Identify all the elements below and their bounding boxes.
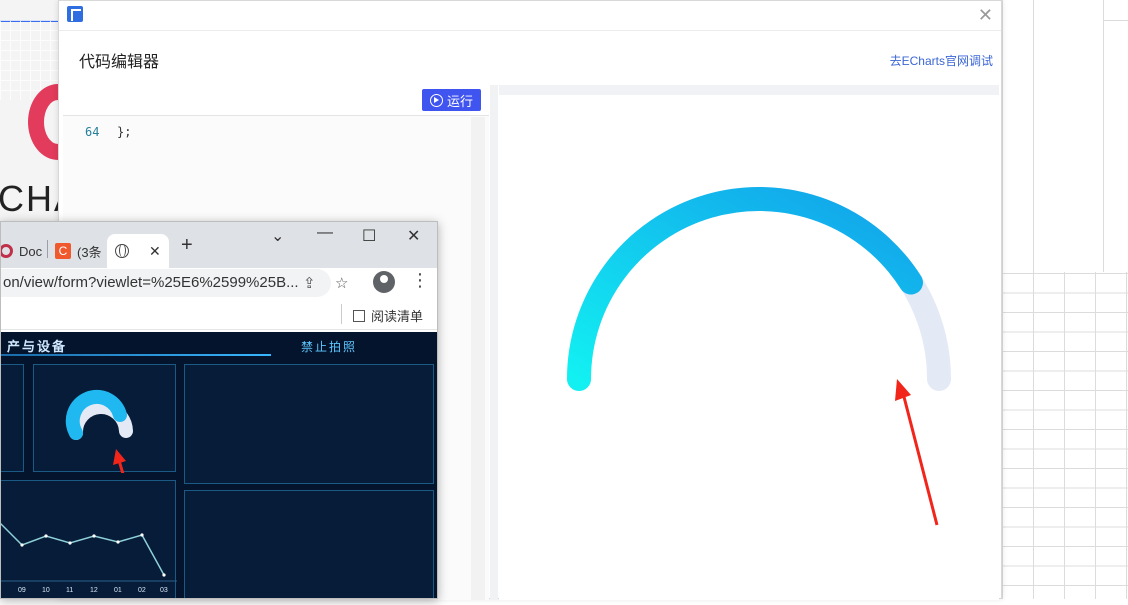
- reading-list-icon: [352, 309, 365, 322]
- dashboard-panel-linechart: 09 10 11 12 01 02 03: [1, 480, 177, 598]
- tab-active[interactable]: ✕: [107, 234, 169, 268]
- close-icon[interactable]: ✕: [978, 5, 993, 26]
- gauge-track: [567, 187, 951, 391]
- address-bar: on/view/form?viewlet=%25E6%2599%25B... ⇪…: [1, 268, 437, 298]
- play-icon: [429, 93, 443, 107]
- maximize-icon[interactable]: ☐: [362, 226, 376, 246]
- echarts-debug-link[interactable]: 去ECharts官网调试: [890, 52, 993, 69]
- tab-csdn[interactable]: C (3条: [55, 234, 102, 268]
- red-arrow-annotation: [895, 379, 939, 526]
- dashboard-title-line: [1, 354, 271, 356]
- run-button[interactable]: 运行: [421, 89, 481, 111]
- pane-splitter[interactable]: [490, 85, 498, 600]
- globe-icon: [115, 244, 129, 258]
- line-number: 64: [85, 125, 100, 139]
- spreadsheet-row-line: [1103, 20, 1128, 21]
- gauge-progress-arc: [567, 187, 923, 391]
- bookmarks-bar: 阅读清单: [1, 298, 437, 330]
- x-tick-label: 12: [90, 587, 98, 594]
- bookmarks-separator: [341, 304, 342, 324]
- reading-list-label: 阅读清单: [370, 309, 423, 324]
- chart-preview-pane: [499, 85, 999, 600]
- mini-line-chart: [1, 522, 177, 582]
- editor-scrollbar[interactable]: [471, 117, 485, 600]
- dashboard-warning: 禁止拍照: [301, 340, 358, 354]
- x-tick-label: 01: [114, 587, 122, 594]
- x-tick-label: 10: [42, 587, 50, 594]
- x-tick-label: 11: [66, 587, 74, 594]
- x-tick-label: 03: [160, 587, 168, 594]
- doc-favicon-icon: [1, 244, 13, 258]
- minimize-icon[interactable]: —: [317, 224, 333, 242]
- editor-toolbar: 运行: [63, 85, 489, 116]
- star-icon[interactable]: ☆: [335, 274, 348, 292]
- c-favicon-icon: C: [55, 243, 71, 259]
- profile-avatar[interactable]: [373, 271, 395, 293]
- browser-tabstrip: Doc C (3条 ✕ + ⌄ — ☐ ✕: [1, 222, 437, 268]
- spreadsheet-header-area: [1002, 0, 1128, 272]
- dashboard-panel: [184, 490, 434, 598]
- background-spreadsheet: [1002, 0, 1128, 599]
- run-button-label: 运行: [446, 93, 473, 109]
- url-input[interactable]: on/view/form?viewlet=%25E6%2599%25B...: [1, 269, 331, 297]
- share-icon[interactable]: ⇪: [303, 274, 316, 292]
- gauge-chart: [567, 187, 951, 526]
- x-tick-label: 09: [18, 587, 26, 594]
- chevron-down-icon[interactable]: ⌄: [271, 226, 284, 246]
- tab-separator: [47, 240, 48, 258]
- spreadsheet-column-line: [1033, 0, 1034, 272]
- more-menu-icon[interactable]: ⋮: [411, 270, 429, 291]
- tab-label: Doc: [19, 243, 43, 259]
- reading-list-button[interactable]: 阅读清单: [352, 306, 423, 325]
- code-text: };: [117, 125, 132, 139]
- new-tab-icon[interactable]: +: [181, 234, 193, 257]
- dashboard-section-title: 产与设备: [7, 339, 68, 354]
- spreadsheet-column-line: [1103, 0, 1104, 272]
- tab-label: (3条: [77, 244, 102, 260]
- dialog-title: 代码编辑器: [79, 54, 160, 71]
- dashboard-panel-gauge: [33, 364, 176, 512]
- browser-window: Doc C (3条 ✕ + ⌄ — ☐ ✕ on/view/form?viewl…: [0, 221, 438, 599]
- dashboard-page: 产与设备 禁止拍照 09 10 11 12 01 02 03: [1, 332, 437, 598]
- dashboard-panel: [1, 364, 24, 472]
- dialog-header: 代码编辑器 去ECharts官网调试: [59, 31, 1001, 83]
- x-tick-label: 02: [138, 587, 146, 594]
- close-window-icon[interactable]: ✕: [407, 226, 420, 246]
- chart-canvas: [499, 95, 999, 600]
- tab-doc[interactable]: Doc: [1, 234, 43, 268]
- dialog-titlebar: ✕: [59, 1, 1001, 31]
- dashboard-panel: [184, 364, 434, 484]
- mini-gauge: [65, 389, 136, 512]
- app-logo-icon: [67, 6, 83, 22]
- close-tab-icon[interactable]: ✕: [149, 243, 161, 260]
